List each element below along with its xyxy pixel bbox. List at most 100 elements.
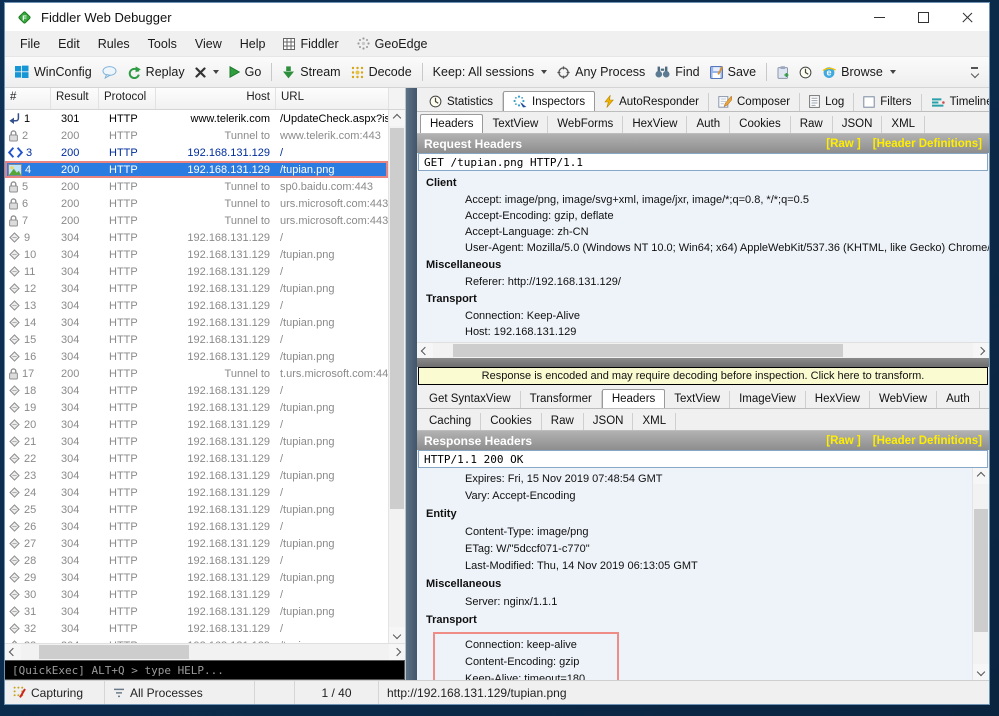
column-header-result[interactable]: Result [51,88,99,109]
tab-get-syntaxview[interactable]: Get SyntaxView [420,391,521,408]
table-row[interactable]: 21304HTTP192.168.131.129/tupian.png [5,433,388,450]
response-status-line[interactable]: HTTP/1.1 200 OK [418,450,988,468]
scroll-left-icon[interactable] [5,644,21,660]
tab-cookies[interactable]: Cookies [730,116,791,133]
tab-webview[interactable]: WebView [870,391,937,408]
toolbar-browse-button[interactable]: eBrowse [817,62,901,82]
scroll-up-icon[interactable] [389,110,405,126]
toolbar-find-button[interactable]: Find [650,62,704,82]
scroll-down-icon[interactable] [973,664,989,680]
tab-statistics[interactable]: Statistics [420,93,503,111]
table-row[interactable]: 5200HTTPTunnel tosp0.baidu.com:443 [5,178,388,195]
tab-hexview[interactable]: HexView [623,116,687,133]
menu-item-tools[interactable]: Tools [139,34,186,54]
table-row[interactable]: 20304HTTP192.168.131.129/ [5,416,388,433]
toolbar-keep-all-sessions-button[interactable]: Keep: All sessions [428,62,552,82]
scrollbar-thumb[interactable] [39,645,189,659]
table-row[interactable]: 22304HTTP192.168.131.129/ [5,450,388,467]
table-row[interactable]: 28304HTTP192.168.131.129/ [5,552,388,569]
tab-cookies[interactable]: Cookies [481,413,542,430]
column-header-protocol[interactable]: Protocol [99,88,156,109]
tab-xml[interactable]: XML [633,413,676,430]
menu-item-file[interactable]: File [11,34,49,54]
table-row[interactable]: 19304HTTP192.168.131.129/tupian.png [5,399,388,416]
scroll-left-icon[interactable] [417,343,433,359]
toolbar-clipboard-button[interactable] [772,63,794,82]
tab-textview[interactable]: TextView [665,391,730,408]
table-row[interactable]: 18304HTTP192.168.131.129/ [5,382,388,399]
tab-autoresponder[interactable]: AutoResponder [595,93,709,111]
tab-json[interactable]: JSON [584,413,634,430]
column-header-host[interactable]: Host [156,88,276,109]
scrollbar-thumb[interactable] [453,344,843,357]
header-definitions-link[interactable]: [Header Definitions] [873,138,982,150]
table-row[interactable]: 30304HTTP192.168.131.129/ [5,586,388,603]
tab-hexview[interactable]: HexView [806,391,870,408]
toolbar-stream-button[interactable]: Stream [277,62,345,82]
menu-item-help[interactable]: Help [231,34,275,54]
table-row[interactable]: 9304HTTP192.168.131.129/ [5,229,388,246]
session-horizontal-scrollbar[interactable] [5,643,405,660]
table-row[interactable]: 2200HTTPTunnel towww.telerik.com:443 [5,127,388,144]
table-row[interactable]: 16304HTTP192.168.131.129/tupian.png [5,348,388,365]
scroll-up-icon[interactable] [973,468,989,484]
table-row[interactable]: 13304HTTP192.168.131.129/ [5,297,388,314]
table-row[interactable]: 31304HTTP192.168.131.129/tupian.png [5,603,388,620]
raw-link[interactable]: [Raw ] [826,435,861,447]
request-horizontal-scrollbar[interactable] [417,342,989,358]
toolbar-go-button[interactable]: Go [224,62,267,82]
column-header-url[interactable]: URL [276,88,389,109]
toolbar-replay-button[interactable]: Replay [122,62,190,82]
scroll-right-icon[interactable] [389,644,405,660]
table-row[interactable]: 3200HTTP192.168.131.129/ [5,144,388,161]
toolbar-save-button[interactable]: Save [705,62,762,82]
capturing-toggle[interactable]: Capturing [5,681,105,704]
tab-transformer[interactable]: Transformer [521,391,602,408]
session-vertical-scrollbar[interactable] [388,110,405,643]
scroll-right-icon[interactable] [973,343,989,359]
process-filter[interactable]: All Processes [105,681,255,704]
toolbar-winconfig-button[interactable]: WinConfig [10,62,97,82]
tab-auth[interactable]: Auth [687,116,730,133]
tab-webforms[interactable]: WebForms [548,116,623,133]
table-row[interactable]: 12304HTTP192.168.131.129/tupian.png [5,280,388,297]
tab-caching[interactable]: Caching [420,413,481,430]
menu-item-fiddler[interactable]: Fiddler [274,34,347,54]
table-row[interactable]: 11304HTTP192.168.131.129/ [5,263,388,280]
table-row[interactable]: 1301HTTPwww.telerik.com/UpdateCheck.aspx… [5,110,388,127]
table-row[interactable]: 17200HTTPTunnel tot.urs.microsoft.com:44… [5,365,388,382]
tab-composer[interactable]: Composer [709,93,800,111]
table-row[interactable]: 26304HTTP192.168.131.129/ [5,518,388,535]
tab-headers[interactable]: Headers [420,114,483,134]
tab-log[interactable]: Log [800,93,854,111]
tab-inspectors[interactable]: Inspectors [503,91,595,112]
column-header-[interactable]: # [5,88,51,109]
table-row[interactable]: 29304HTTP192.168.131.129/tupian.png [5,569,388,586]
menu-item-rules[interactable]: Rules [89,34,139,54]
table-row[interactable]: 27304HTTP192.168.131.129/tupian.png [5,535,388,552]
tab-timeline[interactable]: Timeline [922,94,989,111]
response-encoded-notice[interactable]: Response is encoded and may require deco… [418,367,988,385]
tab-headers[interactable]: Headers [602,389,665,409]
toolbar-comment-button[interactable] [97,63,122,82]
toolbar-delete-button[interactable] [190,64,224,81]
close-button[interactable] [945,3,989,31]
panel-splitter[interactable] [406,88,417,680]
request-line[interactable]: GET /tupian.png HTTP/1.1 [418,153,988,171]
menu-item-view[interactable]: View [186,34,231,54]
menu-item-geoedge[interactable]: GeoEdge [348,34,437,54]
toolbar-any-process-button[interactable]: Any Process [552,62,650,82]
tab-imageview[interactable]: ImageView [730,391,806,408]
maximize-button[interactable] [901,3,945,31]
table-row[interactable]: 14304HTTP192.168.131.129/tupian.png [5,314,388,331]
request-response-splitter[interactable] [417,358,989,367]
table-row[interactable]: 24304HTTP192.168.131.129/ [5,484,388,501]
table-row[interactable]: 25304HTTP192.168.131.129/tupian.png [5,501,388,518]
scrollbar-thumb[interactable] [974,509,988,631]
toolbar-overflow-button[interactable] [965,64,984,79]
table-row[interactable]: 10304HTTP192.168.131.129/tupian.png [5,246,388,263]
quickexec-input[interactable]: [QuickExec] ALT+Q > type HELP... [5,660,405,680]
tab-textview[interactable]: TextView [483,116,548,133]
table-row[interactable]: 4200HTTP192.168.131.129/tupian.png [5,161,388,178]
table-row[interactable]: 23304HTTP192.168.131.129/tupian.png [5,467,388,484]
